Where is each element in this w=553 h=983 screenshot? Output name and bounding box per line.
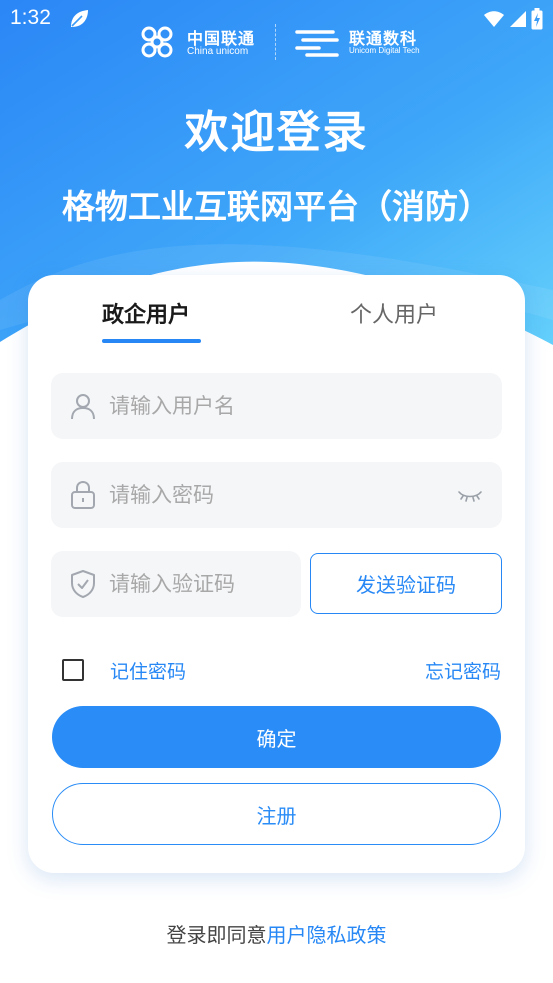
- agreement-prefix: 登录即同意: [166, 923, 267, 947]
- verification-code-input[interactable]: [109, 551, 294, 617]
- active-tab-indicator: [102, 339, 201, 343]
- lock-icon: [71, 480, 95, 509]
- agreement-text: 登录即同意用户隐私政策: [0, 919, 553, 948]
- platform-title: 格物工业互联网平台（消防）: [62, 187, 491, 226]
- confirm-button[interactable]: 确定: [52, 706, 501, 768]
- brand-divider: [275, 24, 276, 60]
- china-unicom-logo: 中国联通 China unicom: [131, 22, 271, 62]
- password-field: [51, 462, 502, 528]
- username-field: [51, 373, 502, 439]
- user-icon: [71, 394, 95, 420]
- welcome-title: 欢迎登录: [184, 107, 369, 158]
- verification-code-field: [51, 551, 301, 617]
- tab-personal-user[interactable]: 个人用户: [350, 297, 438, 341]
- remember-password-label[interactable]: 记住密码: [110, 657, 186, 684]
- unicom-digital-tech-logo: 联通数科 Unicom Digital Tech: [293, 22, 433, 62]
- china-unicom-knot-icon: [141, 26, 173, 58]
- china-unicom-en: China unicom: [187, 46, 249, 57]
- register-button[interactable]: 注册: [52, 783, 501, 845]
- username-input[interactable]: [109, 373, 489, 439]
- eye-closed-icon[interactable]: [456, 484, 484, 506]
- send-code-button[interactable]: 发送验证码: [310, 553, 502, 614]
- shield-check-icon: [71, 570, 95, 598]
- digital-tech-en: Unicom Digital Tech: [349, 46, 420, 55]
- tab-gov-user[interactable]: 政企用户: [102, 297, 190, 341]
- privacy-policy-link[interactable]: 用户隐私政策: [267, 923, 387, 947]
- login-card: 政企用户 个人用户 请输入用户名 请输入验证码 发送验证码 记住密码 忘记密码 …: [28, 275, 525, 873]
- forgot-password-link[interactable]: 忘记密码: [425, 657, 501, 684]
- digital-tech-waves-icon: [295, 30, 339, 57]
- password-input[interactable]: [109, 462, 439, 528]
- remember-password-checkbox[interactable]: [62, 659, 84, 681]
- brand-bar: 中国联通 China unicom 联通数科 Unicom Digital Te…: [0, 22, 553, 62]
